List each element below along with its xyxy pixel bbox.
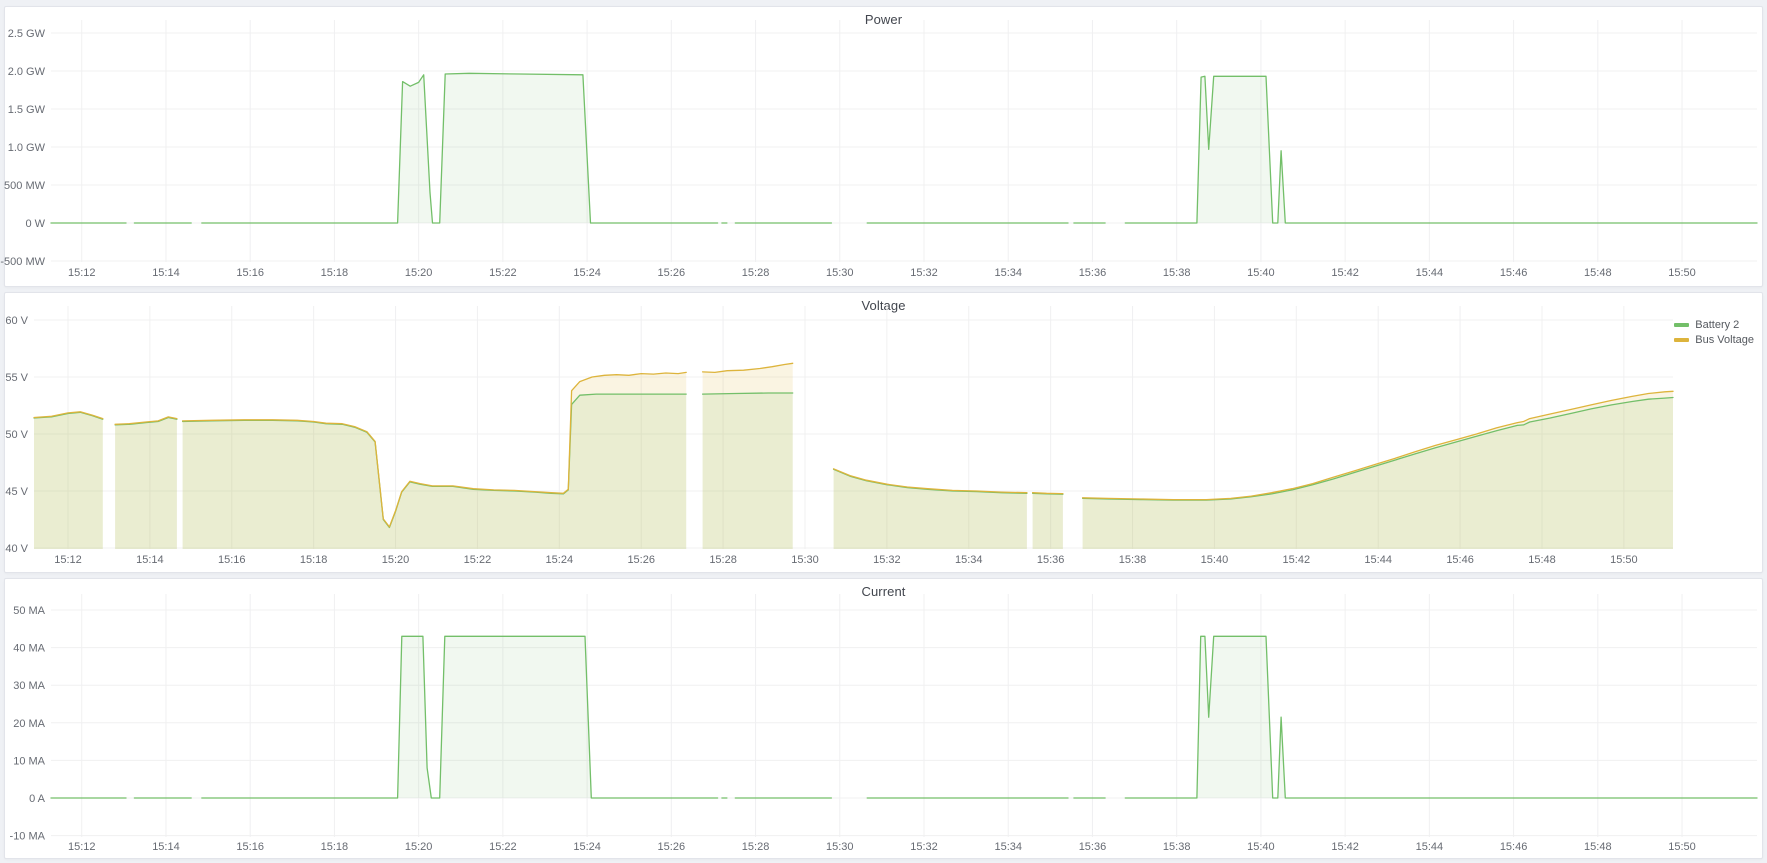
bus-voltage-label: Bus Voltage [1695, 334, 1754, 346]
battery-2-label: Battery 2 [1695, 319, 1739, 331]
power-panel: Power [4, 6, 1763, 287]
battery-2-swatch [1674, 323, 1689, 327]
power-plot-area[interactable] [52, 21, 1756, 264]
legend-item-battery-2[interactable]: Battery 2 [1674, 319, 1754, 331]
current-panel: Current [4, 578, 1763, 859]
current-plot-area[interactable] [52, 593, 1756, 836]
voltage-legend: Battery 2 Bus Voltage [1674, 319, 1754, 346]
voltage-plot-area[interactable] [35, 307, 1662, 550]
legend-item-bus-voltage[interactable]: Bus Voltage [1674, 334, 1754, 346]
bus-voltage-swatch [1674, 338, 1689, 342]
voltage-panel: Voltage Battery 2 Bus Voltage [4, 292, 1763, 573]
